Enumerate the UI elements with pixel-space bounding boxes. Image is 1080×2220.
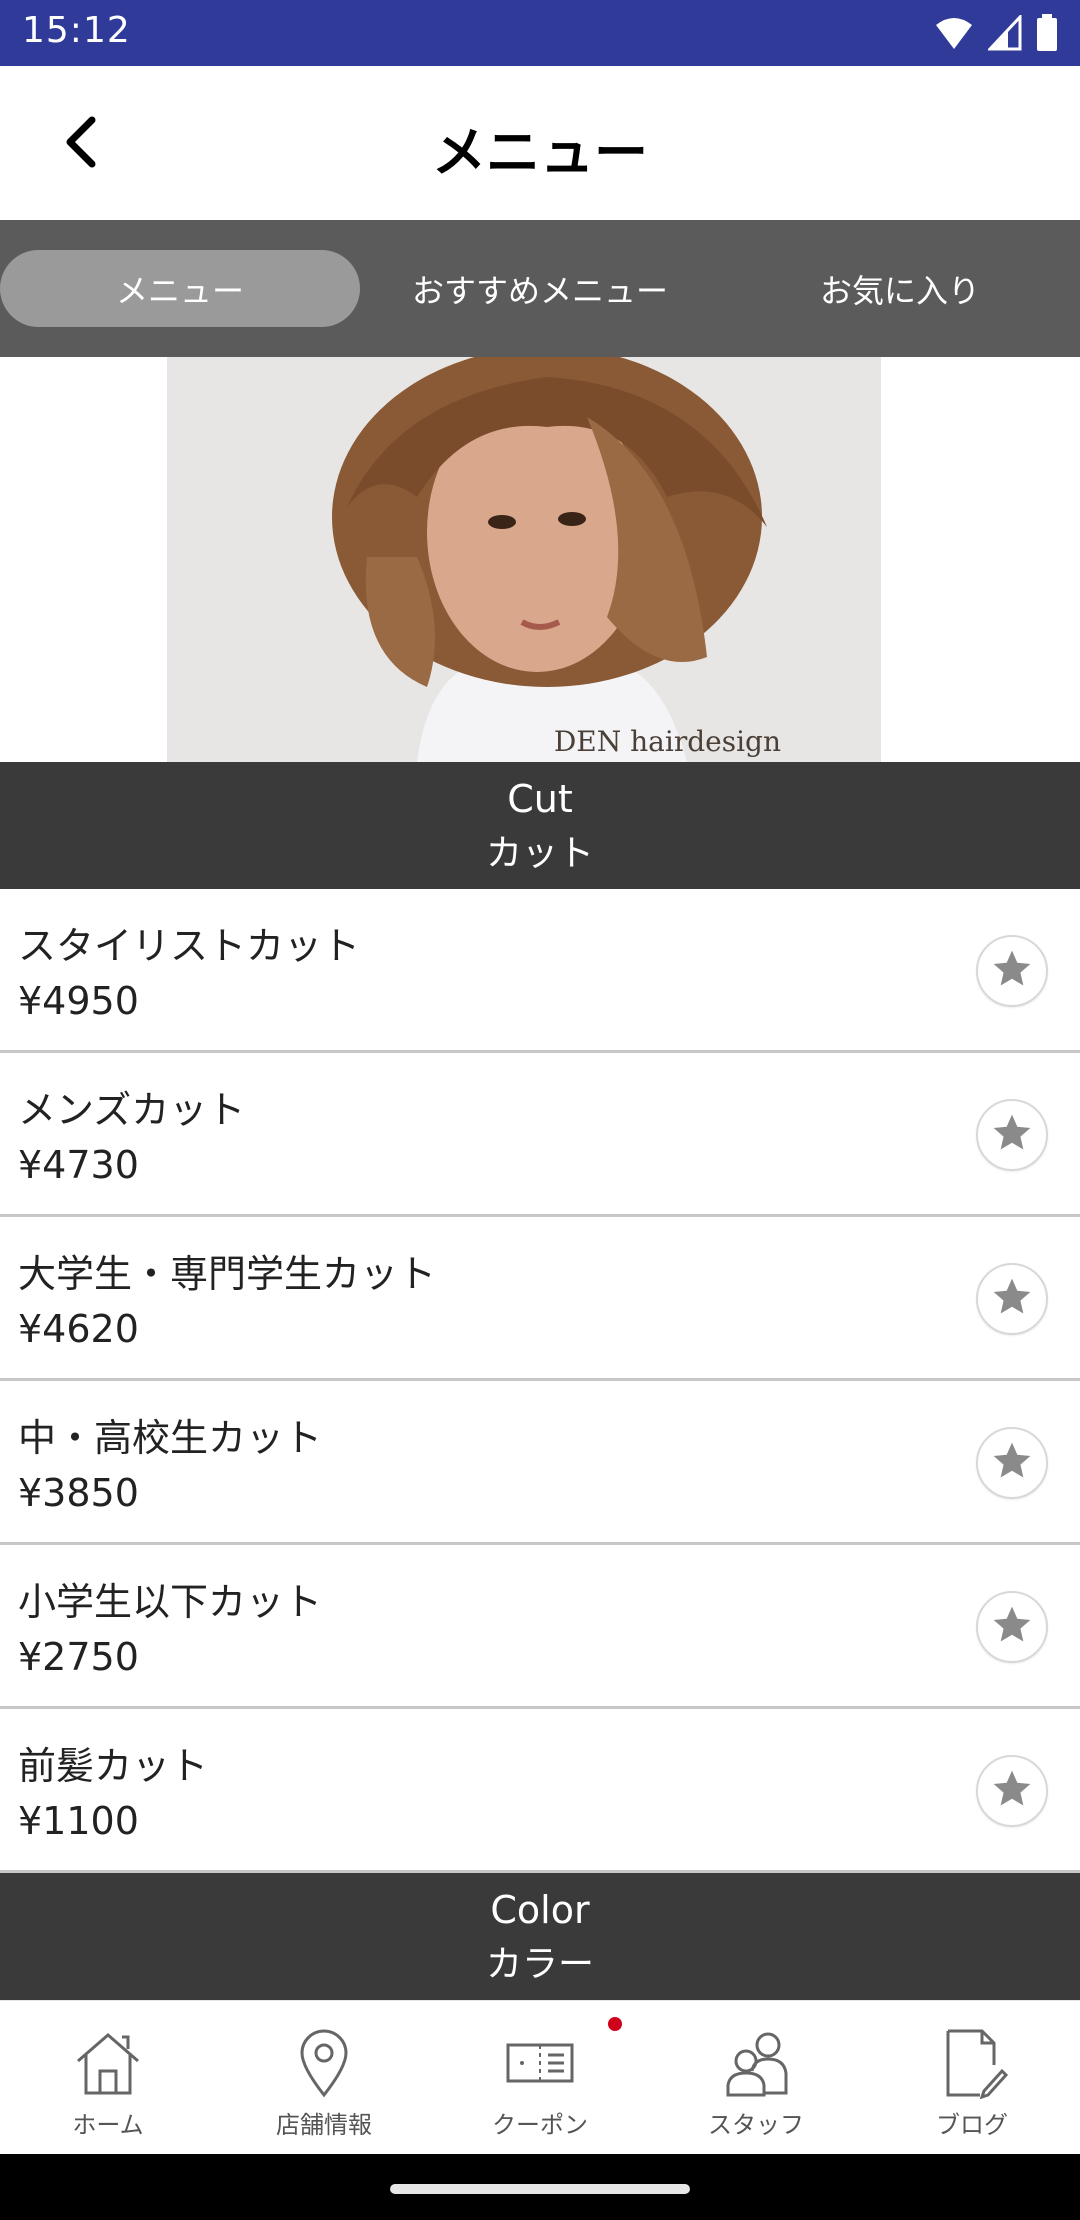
list-item[interactable]: 前髪カット ¥1100 <box>0 1709 1080 1873</box>
item-name: 大学生・専門学生カット <box>18 1252 437 1296</box>
banner-photo: DEN hairdesign <box>167 357 881 762</box>
nav-label: スタッフ <box>708 2111 804 2139</box>
banner: DEN hairdesign <box>0 357 1080 762</box>
favorite-button[interactable] <box>976 1755 1048 1827</box>
favorite-button[interactable] <box>976 1591 1048 1663</box>
list-item[interactable]: 大学生・専門学生カット ¥4620 <box>0 1217 1080 1381</box>
nav-label: ブログ <box>936 2111 1008 2139</box>
item-name: スタイリストカット <box>18 924 361 968</box>
star-icon <box>990 1111 1034 1159</box>
tab-recommended-menu[interactable]: おすすめメニュー <box>360 250 720 327</box>
item-price: ¥1100 <box>18 1799 139 1843</box>
star-icon <box>990 1767 1034 1815</box>
wifi-icon <box>934 15 974 55</box>
tab-menu[interactable]: メニュー <box>0 250 360 327</box>
system-nav-bar <box>0 2154 1080 2220</box>
section-title-en: Color <box>490 1888 590 1932</box>
home-icon <box>68 2023 148 2103</box>
signal-icon <box>986 13 1022 55</box>
battery-icon <box>1036 14 1058 56</box>
section-title-jp: カラー <box>485 1944 594 1985</box>
star-icon <box>990 1275 1034 1323</box>
item-price: ¥2750 <box>18 1635 139 1679</box>
home-gesture-handle[interactable] <box>390 2184 690 2194</box>
staff-people-icon <box>716 2023 796 2103</box>
nav-blog[interactable]: ブログ <box>864 2001 1080 2155</box>
star-icon <box>990 1603 1034 1651</box>
location-pin-icon <box>284 2023 364 2103</box>
nav-home[interactable]: ホーム <box>0 2001 216 2155</box>
nav-label: ホーム <box>72 2111 144 2139</box>
item-price: ¥3850 <box>18 1471 139 1515</box>
coupon-ticket-icon <box>500 2023 580 2103</box>
nav-staff[interactable]: スタッフ <box>648 2001 864 2155</box>
item-name: 中・高校生カット <box>18 1416 323 1460</box>
page-title: メニュー <box>432 121 648 184</box>
portrait-illustration <box>167 357 881 762</box>
favorite-button[interactable] <box>976 1427 1048 1499</box>
list-item[interactable]: メンズカット ¥4730 <box>0 1053 1080 1217</box>
list-item[interactable]: 中・高校生カット ¥3850 <box>0 1381 1080 1545</box>
notification-badge <box>608 2017 622 2031</box>
item-name: メンズカット <box>18 1088 246 1132</box>
item-price: ¥4730 <box>18 1143 139 1187</box>
section-header-color: Color カラー <box>0 1873 1080 2000</box>
list-item[interactable]: スタイリストカット ¥4950 <box>0 889 1080 1053</box>
nav-label: 店舗情報 <box>276 2111 372 2139</box>
tab-bar: メニュー おすすめメニュー お気に入り <box>0 220 1080 357</box>
blog-edit-icon <box>932 2023 1012 2103</box>
menu-list: スタイリストカット ¥4950 メンズカット ¥4730 大学生・専門学生カット… <box>0 889 1080 1873</box>
star-icon <box>990 1439 1034 1487</box>
favorite-button[interactable] <box>976 1263 1048 1335</box>
status-bar: 15:12 <box>0 0 1080 66</box>
section-title-jp: カット <box>485 833 594 874</box>
item-price: ¥4950 <box>18 979 139 1023</box>
nav-store-info[interactable]: 店舗情報 <box>216 2001 432 2155</box>
section-title-en: Cut <box>507 777 573 821</box>
favorite-button[interactable] <box>976 935 1048 1007</box>
tab-favorites[interactable]: お気に入り <box>720 250 1080 327</box>
nav-coupon[interactable]: クーポン <box>432 2001 648 2155</box>
star-icon <box>990 947 1034 995</box>
status-icons <box>934 13 1058 56</box>
nav-label: クーポン <box>492 2111 588 2139</box>
bottom-nav: ホーム 店舗情報 クーポン スタッフ ブログ <box>0 2000 1080 2154</box>
banner-caption: DEN hairdesign <box>553 725 781 758</box>
section-header-cut: Cut カット <box>0 762 1080 889</box>
favorite-button[interactable] <box>976 1099 1048 1171</box>
app-header: メニュー <box>0 66 1080 220</box>
list-item[interactable]: 小学生以下カット ¥2750 <box>0 1545 1080 1709</box>
status-time: 15:12 <box>22 10 131 51</box>
item-name: 小学生以下カット <box>18 1580 323 1624</box>
item-name: 前髪カット <box>18 1744 209 1788</box>
item-price: ¥4620 <box>18 1307 139 1351</box>
